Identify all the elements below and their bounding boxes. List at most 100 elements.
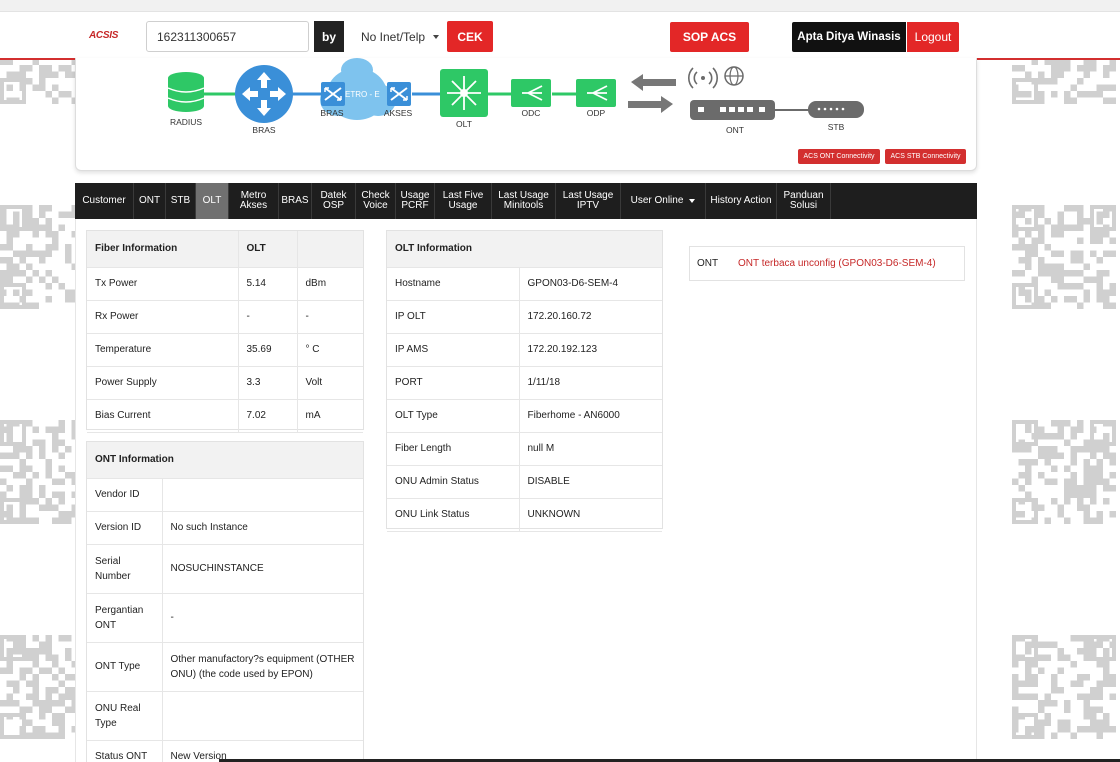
by-label: by: [314, 21, 344, 52]
wifi-signal-icon: [688, 67, 718, 89]
tab-panduan-solusi[interactable]: Panduan Solusi: [777, 183, 831, 219]
browser-top-strip: [0, 0, 1120, 12]
topology-label-olt: OLT: [456, 119, 472, 129]
detail-tab-bar: Customer ONT STB OLT Metro Akses BRAS Datek OS…: [75, 183, 977, 219]
tab-label: Last Five Usage: [442, 190, 484, 211]
metro-akses-switch-icon[interactable]: [387, 82, 411, 106]
olt-device-icon[interactable]: [440, 69, 488, 117]
ont-status-label: ONT: [697, 258, 719, 269]
tab-customer[interactable]: Customer: [75, 183, 134, 219]
bras-router-icon[interactable]: [235, 65, 293, 123]
search-input[interactable]: [146, 21, 309, 52]
topology-label-metro-bras: BRAS: [320, 108, 343, 118]
tab-user-online[interactable]: User Online: [621, 183, 706, 219]
table-row: ONU Link Status UNKNOWN: [387, 498, 662, 532]
odc-splitter-icon[interactable]: [511, 79, 551, 107]
topology-label-odp: ODP: [587, 108, 606, 118]
metro-bras-switch-icon[interactable]: [321, 82, 345, 106]
olt-cell: 172.20.192.123: [518, 333, 662, 367]
logout-button[interactable]: Logout: [907, 22, 959, 52]
fiber-information-panel: Fiber Information OLT Tx Power 5.14 dBm Rx …: [86, 230, 364, 433]
olt-cell: GPON03-D6-SEM-4: [518, 267, 662, 301]
radius-database-icon[interactable]: [167, 72, 205, 112]
topology-label-radius: RADIUS: [170, 117, 202, 127]
olt-cell: OLT Type: [387, 399, 519, 433]
olt-cell: 1/11/18: [518, 366, 662, 400]
tab-label: Usage PCRF: [400, 190, 430, 211]
tab-last-usage-iptv[interactable]: Last Usage IPTV: [556, 183, 621, 219]
fiber-cell: Power Supply: [87, 366, 238, 400]
table-row: ONT Type Other manufactory?s equipment (O…: [87, 642, 363, 692]
fiber-cell: Volt: [296, 366, 363, 400]
fiber-cell: 5.14: [237, 267, 297, 301]
tab-history-action[interactable]: History Action: [706, 183, 777, 219]
chevron-down-icon: [433, 34, 440, 39]
ont-cell: ONT Type: [87, 642, 162, 692]
tab-label: Last Usage IPTV: [562, 190, 614, 211]
fiber-cell: -: [296, 300, 363, 334]
olt-cell: Hostname: [387, 267, 519, 301]
table-row: Version ID No such Instance: [87, 511, 363, 545]
olt-header-title: OLT Information: [387, 231, 662, 268]
sop-acs-button[interactable]: SOP ACS: [670, 22, 749, 52]
tab-metro-akses[interactable]: Metro Akses: [229, 183, 279, 219]
fiber-header-olt: OLT: [237, 231, 297, 268]
ont-cell: [161, 478, 363, 512]
ont-information-table: ONT Information Vendor ID Version ID No su…: [87, 442, 363, 762]
topology-label-ont: ONT: [726, 125, 744, 135]
table-row: ONU Real Type: [87, 691, 363, 741]
tab-last-usage-minitools[interactable]: Last Usage Minitools: [492, 183, 556, 219]
tab-ont[interactable]: ONT: [134, 183, 166, 219]
fiber-header-title: Fiber Information: [87, 231, 238, 268]
cek-button[interactable]: CEK: [447, 21, 493, 52]
search-type-value: No Inet/Telp: [361, 29, 426, 44]
ont-cell: Status ONT: [87, 740, 162, 762]
ont-status-value: ONT terbaca unconfig (GPON03-D6-SEM-4): [738, 258, 936, 269]
acs-stb-connectivity-button[interactable]: ACS STB Connectivity: [885, 149, 966, 164]
ont-modem-icon[interactable]: [690, 100, 775, 120]
ont-cell: NOSUCHINSTANCE: [161, 544, 363, 594]
table-row: IP OLT 172.20.160.72: [387, 300, 662, 334]
tab-label: User Online: [630, 195, 684, 206]
topology-label-bras: BRAS: [252, 125, 275, 135]
topology-label-stb: STB: [828, 122, 845, 132]
tab-datek-osp[interactable]: Datek OSP: [312, 183, 356, 219]
fiber-cell: Temperature: [87, 333, 238, 367]
tab-usage-pcrf[interactable]: Usage PCRF: [396, 183, 435, 219]
tab-label: OLT: [202, 195, 222, 206]
stb-box-icon[interactable]: [808, 101, 864, 118]
olt-cell: PORT: [387, 366, 519, 400]
fiber-cell: 7.02: [237, 399, 297, 433]
tab-label: BRAS: [281, 195, 309, 206]
chevron-down-icon: [689, 199, 696, 203]
fiber-cell: mA: [296, 399, 363, 433]
table-row: Temperature 35.69 ° C: [87, 333, 363, 367]
search-type-select[interactable]: No Inet/Telp: [352, 21, 446, 52]
fiber-cell: Tx Power: [87, 267, 238, 301]
tab-olt[interactable]: OLT: [196, 183, 229, 219]
acs-ont-connectivity-button[interactable]: ACS ONT Connectivity: [798, 149, 880, 164]
tab-bras[interactable]: BRAS: [279, 183, 312, 219]
tab-last-five-usage[interactable]: Last Five Usage: [435, 183, 492, 219]
table-row: ONU Admin Status DISABLE: [387, 465, 662, 499]
tab-label: History Action: [710, 195, 772, 206]
olt-cell: null M: [518, 432, 662, 466]
ont-cell: No such Instance: [161, 511, 363, 545]
app-logo[interactable]: ACSIS: [89, 30, 118, 41]
table-row: Fiber Length null M: [387, 432, 662, 466]
tab-label: Last Usage Minitools: [498, 190, 549, 211]
tab-stb[interactable]: STB: [166, 183, 196, 219]
olt-cell: IP OLT: [387, 300, 519, 334]
tab-check-voice[interactable]: Check Voice: [356, 183, 396, 219]
table-row: Tx Power 5.14 dBm: [87, 267, 363, 301]
ont-cell: Version ID: [87, 511, 162, 545]
table-row: Pergantian ONT -: [87, 593, 363, 643]
globe-icon: [724, 66, 744, 86]
olt-information-panel: OLT Information Hostname GPON03-D6-SEM-4 I…: [386, 230, 663, 532]
odp-splitter-icon[interactable]: [576, 79, 616, 107]
tab-label: Customer: [82, 195, 126, 206]
ont-table-header: ONT Information: [87, 442, 363, 479]
tab-label: Check Voice: [361, 190, 390, 211]
ont-cell: Vendor ID: [87, 478, 162, 512]
tab-label: Datek OSP: [320, 190, 347, 211]
